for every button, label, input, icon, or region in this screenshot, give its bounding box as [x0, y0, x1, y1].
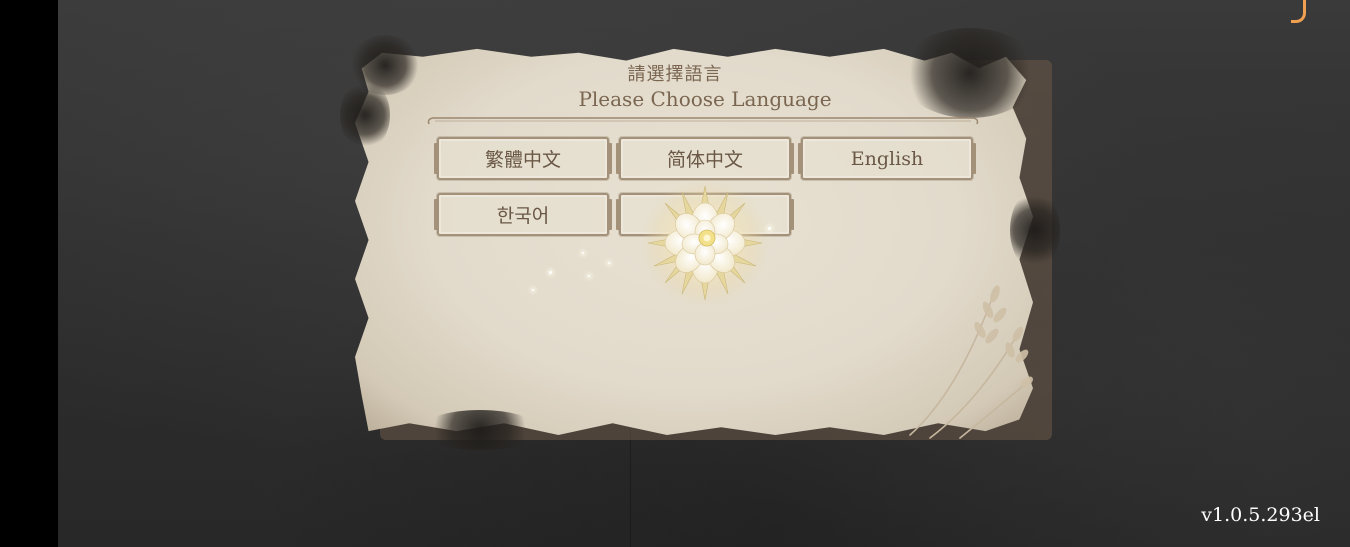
dialog-title-english: Please Choose Language — [578, 87, 832, 111]
sparkle — [608, 262, 610, 264]
sparkle — [588, 275, 590, 277]
language-button-simplified-chinese[interactable]: 简体中文 — [616, 137, 794, 180]
language-select-screen: 請選擇語言 Please Choose Language 繁體中文 简体中文 E… — [0, 0, 1350, 547]
burnt-edge-bottom — [420, 410, 540, 450]
dialog-title-chinese: 請選擇語言 — [627, 64, 723, 85]
burnt-edge-right — [1010, 190, 1060, 270]
sparkle — [532, 289, 534, 291]
sparkle — [582, 252, 584, 254]
version-label: v1.0.5.293el — [1201, 504, 1320, 526]
wheat-sprig-icon — [909, 285, 1033, 439]
language-button-traditional-chinese[interactable]: 繁體中文 — [434, 137, 612, 180]
language-button-english[interactable]: English — [798, 137, 976, 180]
glowing-lotus-flower-icon — [641, 179, 769, 307]
sparkle — [768, 227, 771, 230]
title-divider — [427, 117, 979, 125]
sparkle — [549, 271, 552, 274]
language-button-korean[interactable]: 한국어 — [434, 193, 612, 236]
background-seam — [630, 430, 631, 547]
